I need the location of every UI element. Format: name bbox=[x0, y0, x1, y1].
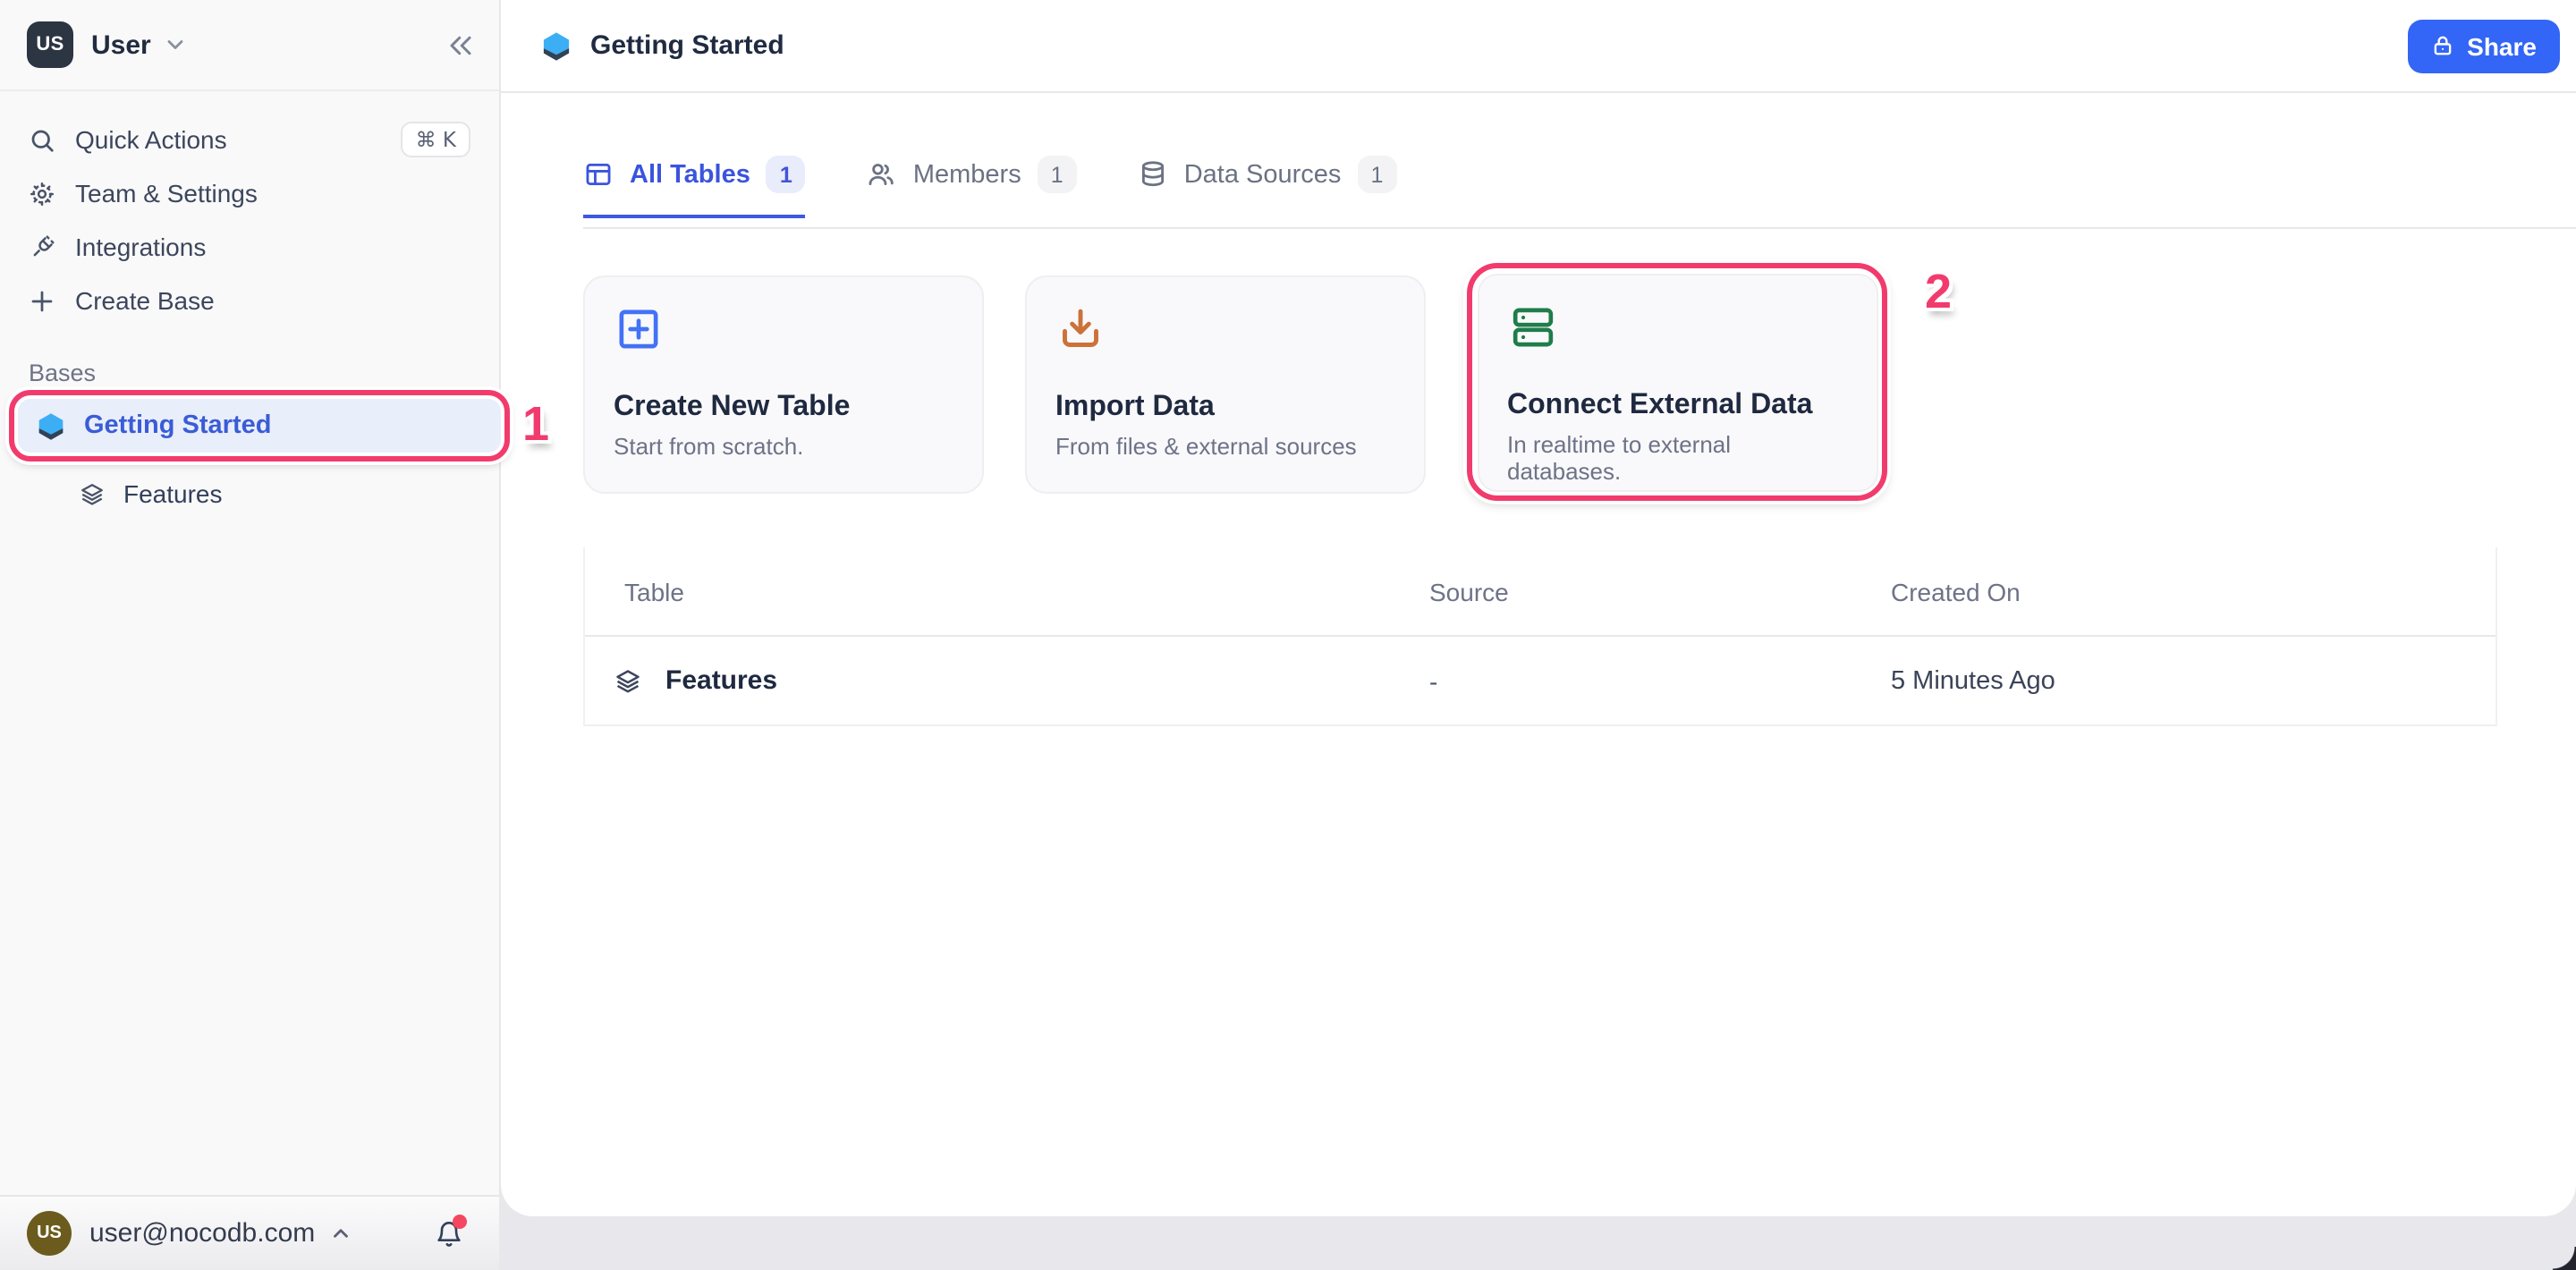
chevron-down-icon bbox=[164, 32, 189, 57]
topbar: Getting Started Share bbox=[501, 0, 2576, 93]
gear-icon bbox=[29, 180, 55, 207]
table-row-name-cell: Features bbox=[585, 665, 1390, 696]
window-corner bbox=[2553, 1247, 2576, 1270]
tab-all-tables[interactable]: All Tables 1 bbox=[583, 156, 806, 218]
base-dashboard: All Tables 1 Members 1 Dat bbox=[501, 156, 2576, 726]
tables-list-header: Table Source Created On bbox=[585, 547, 2496, 637]
sidebar-item-label: Quick Actions bbox=[75, 125, 227, 154]
sidebar-item-label: Team & Settings bbox=[75, 179, 258, 207]
server-stack-icon bbox=[1507, 301, 1847, 351]
sidebar-item-label: Create Base bbox=[75, 286, 215, 315]
table-row[interactable]: Features - 5 Minutes Ago bbox=[585, 637, 2496, 726]
square-plus-icon bbox=[614, 304, 953, 354]
bases-section-label: Bases bbox=[29, 360, 499, 386]
notification-dot bbox=[453, 1214, 467, 1228]
plug-icon bbox=[29, 233, 55, 260]
plus-icon bbox=[29, 287, 55, 314]
card-subtitle: In realtime to external databases. bbox=[1507, 430, 1847, 484]
base-name: Getting Started bbox=[84, 411, 271, 440]
tab-label: Data Sources bbox=[1184, 160, 1342, 189]
tables-list: Table Source Created On Features - 5 Min… bbox=[583, 547, 2497, 726]
tab-label: Members bbox=[913, 160, 1021, 189]
app-window: US User Quick Actions ⌘ K Team & S bbox=[0, 0, 2576, 1270]
main-panel: Getting Started Share All Tables 1 bbox=[501, 0, 2576, 1216]
user-email: user@nocodb.com bbox=[89, 1218, 315, 1249]
tutorial-highlight-box-1: Getting Started bbox=[9, 390, 510, 461]
column-header-table: Table bbox=[585, 577, 1390, 605]
card-title: Import Data bbox=[1055, 392, 1395, 424]
sidebar-item-create-base[interactable]: Create Base bbox=[14, 274, 485, 327]
main-area: Getting Started Share All Tables 1 bbox=[501, 0, 2576, 1270]
sidebar-table-features[interactable]: Features bbox=[14, 469, 487, 519]
table-grid-icon bbox=[583, 159, 614, 190]
search-icon bbox=[29, 126, 55, 153]
card-title: Create New Table bbox=[614, 392, 953, 424]
page-title: Getting Started bbox=[590, 30, 784, 61]
card-subtitle: From files & external sources bbox=[1055, 433, 1395, 460]
tab-label: All Tables bbox=[630, 160, 750, 189]
share-button-label: Share bbox=[2467, 31, 2537, 60]
shortcut-badge: ⌘ K bbox=[402, 122, 470, 157]
share-button[interactable]: Share bbox=[2408, 19, 2560, 72]
table-row-created-on: 5 Minutes Ago bbox=[1852, 666, 2496, 695]
column-header-created-on: Created On bbox=[1852, 577, 2496, 605]
import-data-card[interactable]: Import Data From files & external source… bbox=[1025, 275, 1426, 494]
action-cards: Create New Table Start from scratch. Imp… bbox=[583, 258, 2576, 504]
create-new-table-card[interactable]: Create New Table Start from scratch. bbox=[583, 275, 984, 494]
workspace-name: User bbox=[91, 30, 151, 60]
lock-icon bbox=[2431, 34, 2454, 57]
tutorial-step-number-1: 1 bbox=[522, 397, 549, 453]
tab-bar: All Tables 1 Members 1 Dat bbox=[583, 156, 2576, 229]
tab-members[interactable]: Members 1 bbox=[867, 156, 1077, 218]
database-icon bbox=[1138, 159, 1168, 190]
import-download-icon bbox=[1055, 304, 1395, 354]
table-row-name: Features bbox=[665, 665, 777, 696]
workspace-header[interactable]: US User bbox=[0, 0, 499, 91]
chevron-up-icon[interactable] bbox=[329, 1222, 352, 1245]
card-subtitle: Start from scratch. bbox=[614, 433, 953, 460]
table-layers-icon bbox=[614, 666, 642, 695]
users-icon bbox=[867, 159, 897, 190]
sidebar-table-label: Features bbox=[123, 479, 223, 508]
tab-count-badge: 1 bbox=[1038, 156, 1077, 193]
tab-data-sources[interactable]: Data Sources 1 bbox=[1138, 156, 1397, 218]
connect-external-data-card[interactable]: Connect External Data In realtime to ext… bbox=[1477, 273, 1877, 491]
sidebar-menu: Quick Actions ⌘ K Team & Settings Integr… bbox=[0, 91, 499, 327]
sidebar-item-label: Integrations bbox=[75, 233, 206, 261]
table-layers-icon bbox=[79, 480, 106, 507]
tab-count-badge: 1 bbox=[1357, 156, 1396, 193]
sidebar-item-quick-actions[interactable]: Quick Actions ⌘ K bbox=[14, 113, 485, 166]
base-logo-icon bbox=[540, 30, 572, 62]
sidebar-item-integrations[interactable]: Integrations bbox=[14, 220, 485, 274]
table-row-source: - bbox=[1390, 666, 1852, 695]
sidebar-footer: US user@nocodb.com bbox=[0, 1195, 499, 1270]
base-logo-icon bbox=[36, 411, 66, 441]
sidebar: US User Quick Actions ⌘ K Team & S bbox=[0, 0, 501, 1270]
user-avatar[interactable]: US bbox=[27, 1211, 72, 1256]
workspace-avatar: US bbox=[27, 21, 73, 68]
column-header-source: Source bbox=[1390, 577, 1852, 605]
tutorial-highlight-box-2: Connect External Data In realtime to ext… bbox=[1467, 263, 1887, 501]
sidebar-base-getting-started[interactable]: Getting Started bbox=[18, 399, 501, 453]
sidebar-item-team-settings[interactable]: Team & Settings bbox=[14, 166, 485, 220]
notifications-bell-icon[interactable] bbox=[435, 1219, 463, 1248]
card-title: Connect External Data bbox=[1507, 389, 1847, 421]
tutorial-step-number-2: 2 bbox=[1925, 265, 1952, 320]
tab-count-badge: 1 bbox=[767, 156, 806, 193]
sidebar-collapse-icon[interactable] bbox=[447, 31, 474, 58]
